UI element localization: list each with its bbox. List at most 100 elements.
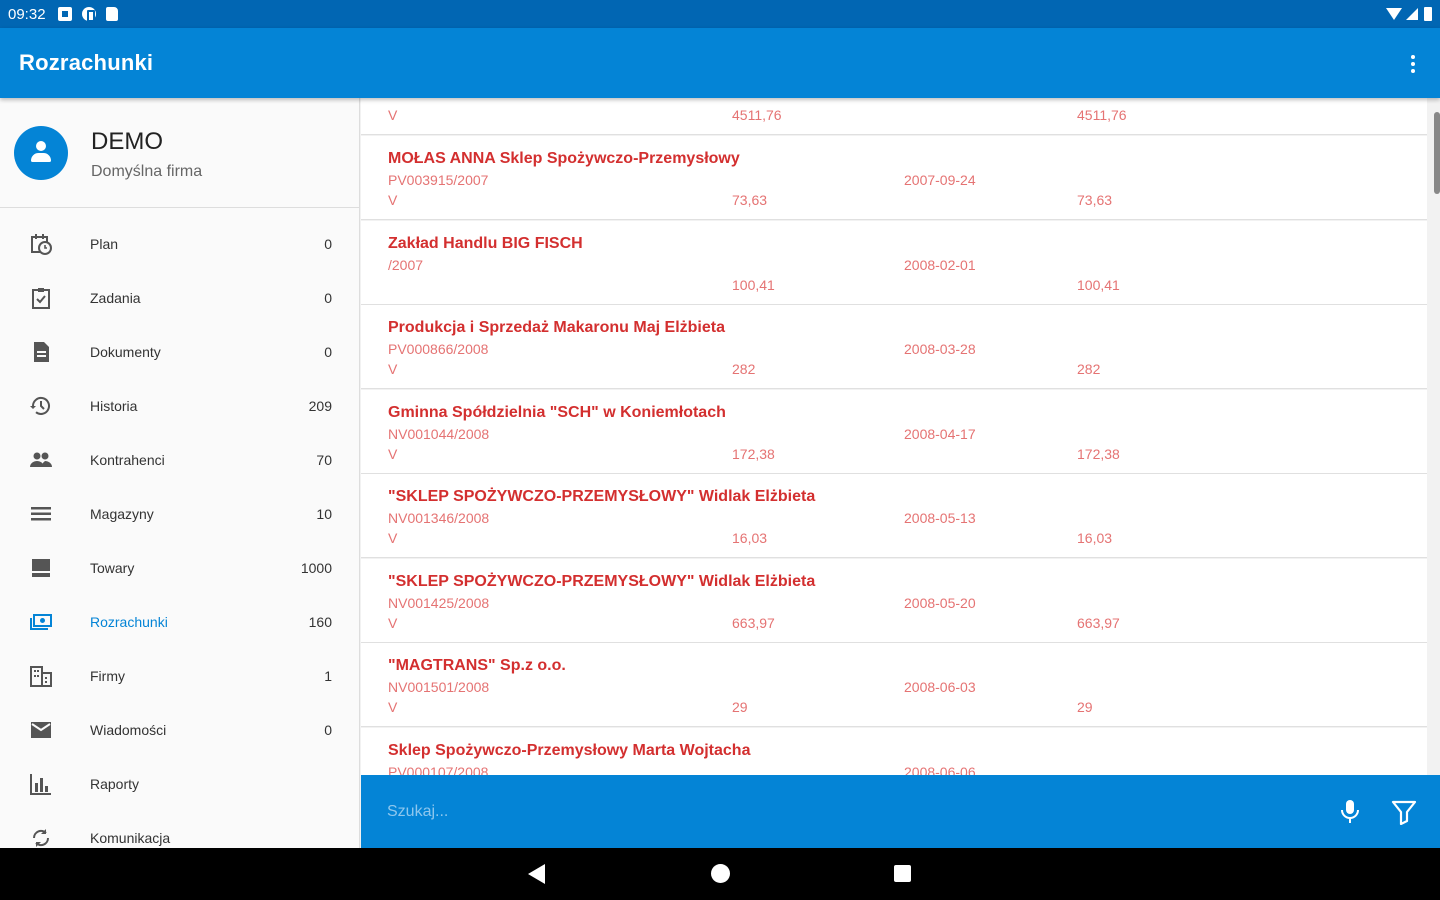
home-icon[interactable] xyxy=(711,864,730,883)
remaining-amount: 16,03 xyxy=(1077,530,1113,546)
menu-item-dokumenty[interactable]: Dokumenty 0 xyxy=(0,325,359,379)
menu-item-label: Raporty xyxy=(90,776,140,792)
menu-item-label: Dokumenty xyxy=(90,344,161,360)
remaining-amount: 282 xyxy=(1077,361,1101,377)
wifi-icon xyxy=(1386,8,1402,20)
search-bar xyxy=(361,775,1440,848)
document-date: 2007-09-24 xyxy=(904,172,976,188)
remaining-amount: 663,97 xyxy=(1077,615,1120,631)
menu-item-label: Magazyny xyxy=(90,506,154,522)
amount: 663,97 xyxy=(732,615,775,631)
list-item[interactable]: "SKLEP SPOŻYWCZO-PRZEMYSŁOWY" Widlak Elż… xyxy=(361,474,1427,558)
menu-item-historia[interactable]: Historia 209 xyxy=(0,379,359,433)
contractor-name: "MAGTRANS" Sp.z o.o. xyxy=(388,657,566,674)
remaining-amount: 100,41 xyxy=(1077,277,1120,293)
box-icon xyxy=(29,556,53,580)
menu-item-kontrahenci[interactable]: Kontrahenci 70 xyxy=(0,433,359,487)
avatar xyxy=(14,126,68,180)
profile-header[interactable]: DEMO Domyślna firma xyxy=(0,98,359,208)
document-date: 2008-06-03 xyxy=(904,679,976,695)
document-type: V xyxy=(388,446,398,462)
list-item[interactable]: "SKLEP SPOŻYWCZO-PRZEMYSŁOWY" Widlak Elż… xyxy=(361,559,1427,643)
battery-icon xyxy=(1424,7,1432,21)
document-type: V xyxy=(388,192,398,208)
menu-item-label: Komunikacja xyxy=(90,830,171,846)
filter-icon[interactable] xyxy=(1391,799,1417,826)
menu-item-count: 1000 xyxy=(300,560,332,576)
document-number: NV001346/2008 xyxy=(388,510,490,526)
more-options-icon[interactable] xyxy=(1410,55,1416,73)
document-number: PV003915/2007 xyxy=(388,172,489,188)
menu-item-wiadomosci[interactable]: Wiadomości 0 xyxy=(0,703,359,757)
status-time: 09:32 xyxy=(8,5,46,23)
list-item[interactable]: Sklep Spożywczo-Przemysłowy Marta Wojtac… xyxy=(361,728,1427,775)
menu-item-plan[interactable]: Plan 0 xyxy=(0,217,359,271)
menu-item-komunikacja[interactable]: Komunikacja xyxy=(0,811,359,848)
microphone-icon[interactable] xyxy=(1339,799,1361,825)
menu-item-count: 0 xyxy=(324,236,332,252)
document-number: PV000107/2008 xyxy=(388,764,489,775)
menu-item-zadania[interactable]: Zadania 0 xyxy=(0,271,359,325)
menu-item-raporty[interactable]: Raporty xyxy=(0,757,359,811)
document-date: 2008-05-13 xyxy=(904,510,976,526)
menu-item-count: 1 xyxy=(324,668,332,684)
list-icon xyxy=(29,502,53,526)
search-input[interactable] xyxy=(387,797,1287,827)
contractor-name: Produkcja i Sprzedaż Makaronu Maj Elżbie… xyxy=(388,319,725,336)
document-type: V xyxy=(388,615,398,631)
menu-item-count: 0 xyxy=(324,290,332,306)
history-icon xyxy=(29,394,53,418)
contractor-name: Gminna Spółdzielnia "SCH" w Koniemłotach xyxy=(388,404,726,421)
sync-icon xyxy=(29,826,53,848)
building-icon xyxy=(29,664,53,688)
document-date: 2008-04-17 xyxy=(904,426,976,442)
document-type: V xyxy=(388,699,398,715)
remaining-amount: 29 xyxy=(1077,699,1093,715)
document-number: NV001044/2008 xyxy=(388,426,490,442)
list-item[interactable]: "MAGTRANS" Sp.z o.o. NV001501/2008 2008-… xyxy=(361,643,1427,727)
list-item[interactable]: Produkcja i Sprzedaż Makaronu Maj Elżbie… xyxy=(361,305,1427,389)
document-date: 2008-06-06 xyxy=(904,764,976,775)
navigation-drawer: DEMO Domyślna firma Plan 0 Zadania 0 Dok… xyxy=(0,98,360,848)
list-item[interactable]: V 4511,76 4511,76 xyxy=(361,98,1427,135)
recent-apps-icon[interactable] xyxy=(894,865,911,882)
list-item[interactable]: Gminna Spółdzielnia "SCH" w Koniemłotach… xyxy=(361,390,1427,474)
contractor-name: Sklep Spożywczo-Przemysłowy Marta Wojtac… xyxy=(388,742,751,759)
bar-chart-icon xyxy=(29,772,53,796)
menu-item-label: Zadania xyxy=(90,290,141,306)
menu-item-rozrachunki[interactable]: Rozrachunki 160 xyxy=(0,595,359,649)
document-date: 2008-03-28 xyxy=(904,341,976,357)
document-icon xyxy=(29,340,53,364)
contractor-name: MOŁAS ANNA Sklep Spożywczo-Przemysłowy xyxy=(388,150,740,167)
menu-item-count: 10 xyxy=(316,506,332,522)
profile-company: Domyślna firma xyxy=(91,163,203,180)
list-item[interactable]: MOŁAS ANNA Sklep Spożywczo-Przemysłowy P… xyxy=(361,136,1427,220)
menu-item-firmy[interactable]: Firmy 1 xyxy=(0,649,359,703)
remaining-amount: 172,38 xyxy=(1077,446,1120,462)
menu-item-count: 209 xyxy=(308,398,332,414)
menu-item-label: Plan xyxy=(90,236,119,252)
menu-item-label: Historia xyxy=(90,398,138,414)
menu-item-label: Kontrahenci xyxy=(90,452,165,468)
system-navigation-bar xyxy=(0,848,1440,900)
sd-card-icon xyxy=(105,7,118,21)
people-icon xyxy=(29,448,53,472)
document-number: NV001425/2008 xyxy=(388,595,490,611)
menu-item-label: Firmy xyxy=(90,668,125,684)
list-item[interactable]: Zakład Handlu BIG FISCH /2007 2008-02-01… xyxy=(361,221,1427,305)
profile-name: DEMO xyxy=(91,128,163,155)
menu-item-towary[interactable]: Towary 1000 xyxy=(0,541,359,595)
clipboard-check-icon xyxy=(29,286,53,310)
amount: 29 xyxy=(732,699,748,715)
amount: 172,38 xyxy=(732,446,775,462)
scrollbar-thumb[interactable] xyxy=(1434,112,1440,194)
document-type: V xyxy=(388,107,398,123)
remaining-amount: 73,63 xyxy=(1077,192,1113,208)
mail-icon xyxy=(29,718,53,742)
signal-icon xyxy=(1406,8,1418,20)
back-icon[interactable] xyxy=(528,864,545,884)
menu-item-label: Rozrachunki xyxy=(90,614,168,630)
app-bar: Rozrachunki xyxy=(0,28,1440,98)
settlements-list[interactable]: V 4511,76 4511,76 MOŁAS ANNA Sklep Spoży… xyxy=(361,98,1440,775)
menu-item-magazyny[interactable]: Magazyny 10 xyxy=(0,487,359,541)
